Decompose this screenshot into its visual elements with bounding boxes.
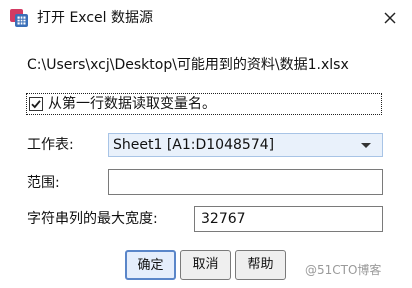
range-label: 范围: [27, 175, 60, 191]
watermark: @51CTO博客 [305, 263, 382, 277]
title-bar: 打开 Excel 数据源 [0, 0, 412, 36]
max-width-label: 字符串列的最大宽度: [27, 211, 158, 227]
window-title: 打开 Excel 数据源 [37, 10, 153, 26]
checkmark-icon [31, 100, 41, 109]
read-var-names-option[interactable]: 从第一行数据读取变量名。 [26, 93, 382, 115]
ok-button[interactable]: 确定 [125, 250, 176, 280]
worksheet-selected-value: Sheet1 [A1:D1048574] [113, 137, 275, 153]
ok-button-label: 确定 [137, 258, 164, 273]
max-width-input[interactable]: 32767 [194, 206, 383, 232]
file-path-label: C:\Users\xcj\Desktop\可能用到的资料\数据1.xlsx [27, 57, 349, 73]
help-button[interactable]: 帮助 [235, 250, 286, 280]
max-width-input-value: 32767 [201, 211, 246, 227]
worksheet-label: 工作表: [27, 137, 74, 153]
cancel-button-label: 取消 [192, 257, 219, 272]
read-var-names-checkbox[interactable] [29, 97, 43, 111]
close-button[interactable] [378, 6, 402, 30]
close-icon [384, 12, 396, 24]
worksheet-select[interactable]: Sheet1 [A1:D1048574] [108, 133, 383, 157]
cancel-button[interactable]: 取消 [180, 250, 231, 280]
open-excel-dialog: 打开 Excel 数据源 C:\Users\xcj\Desktop\可能用到的资… [0, 0, 412, 288]
read-var-names-label: 从第一行数据读取变量名。 [48, 96, 216, 112]
spss-data-icon [9, 8, 29, 28]
help-button-label: 帮助 [247, 257, 274, 272]
range-input[interactable] [108, 169, 383, 195]
chevron-down-icon [361, 143, 371, 148]
